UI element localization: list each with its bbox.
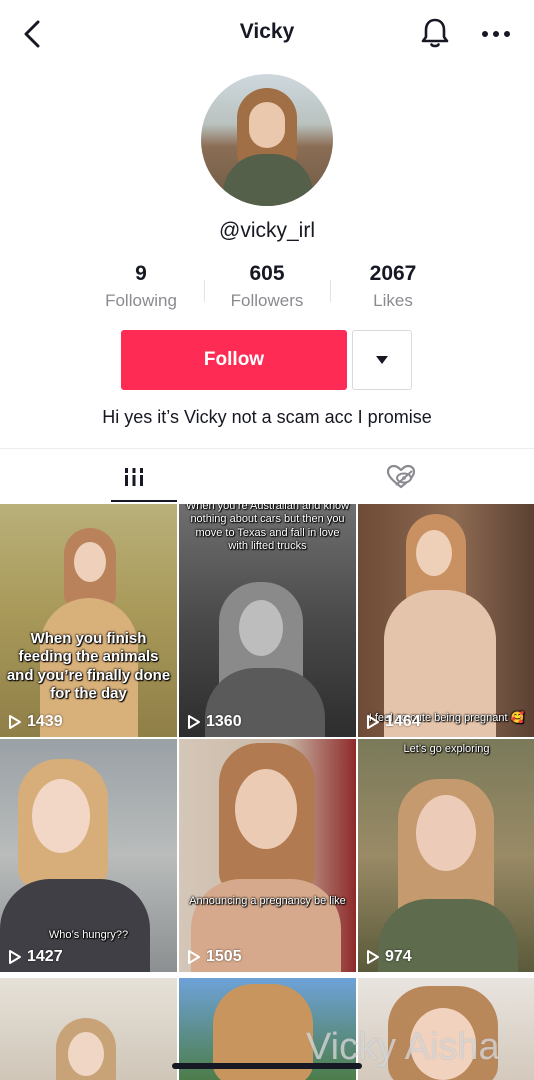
video-caption: When you finish feeding the animals and … <box>6 630 171 702</box>
video-grid: When you finish feeding the animals and … <box>0 504 534 1080</box>
view-count: 1505 <box>187 948 242 966</box>
view-count: 1427 <box>8 948 63 966</box>
video-thumbnail[interactable]: I feel so cute being pregnant 🥰 1464 <box>358 504 534 737</box>
video-caption: When you’re Australian and know nothing … <box>185 504 350 553</box>
stat-likes-label: Likes <box>373 291 413 310</box>
profile-bio: Hi yes it’s Vicky not a scam acc I promi… <box>102 407 432 427</box>
grid-bars-icon <box>124 467 143 486</box>
active-tab-indicator <box>111 500 177 502</box>
stat-likes[interactable]: 2067 Likes <box>330 262 456 311</box>
avatar[interactable] <box>201 74 333 206</box>
top-nav: Vicky <box>0 0 534 68</box>
video-thumbnail[interactable] <box>0 978 177 1080</box>
stat-followers-label: Followers <box>230 291 304 310</box>
stat-following-value: 9 <box>135 262 147 285</box>
stat-following-label: Following <box>105 291 177 310</box>
notifications-button[interactable] <box>418 16 452 50</box>
video-thumbnail[interactable]: Announcing a pregnancy be like 1505 <box>179 739 356 972</box>
video-caption: Announcing a pregnancy be like <box>189 895 346 907</box>
play-icon <box>9 950 21 964</box>
play-icon <box>188 950 200 964</box>
more-options-button[interactable] <box>480 20 512 48</box>
view-count-value: 1464 <box>385 713 421 730</box>
profile-handle: @vicky_irl <box>219 219 315 242</box>
stat-following[interactable]: 9 Following <box>78 262 204 311</box>
view-count: 1464 <box>366 713 421 731</box>
stat-followers-value: 605 <box>249 262 285 285</box>
view-count-value: 1505 <box>206 948 242 965</box>
profile-stats: 9 Following 605 Followers 2067 Likes <box>78 262 456 318</box>
play-icon <box>367 715 379 729</box>
more-dots-icon <box>482 31 510 37</box>
profile-tabs <box>0 448 534 504</box>
tab-liked[interactable] <box>267 449 534 504</box>
view-count: 1439 <box>8 713 63 731</box>
avatar-face <box>249 102 285 148</box>
follow-button[interactable]: Follow <box>121 330 347 390</box>
view-count-value: 1439 <box>27 713 63 730</box>
stat-followers[interactable]: 605 Followers <box>204 262 330 311</box>
suggested-accounts-toggle[interactable] <box>352 330 412 390</box>
bell-icon <box>421 18 449 48</box>
video-caption: Let’s go exploring <box>403 743 490 755</box>
view-count-value: 974 <box>385 948 412 965</box>
view-count: 1360 <box>187 713 242 731</box>
stat-likes-value: 2067 <box>369 262 417 285</box>
play-icon <box>367 950 379 964</box>
view-count-value: 1360 <box>206 713 242 730</box>
tab-videos[interactable] <box>0 449 267 504</box>
home-indicator[interactable] <box>172 1063 362 1069</box>
video-caption: Who’s hungry?? <box>48 929 129 941</box>
video-thumbnail[interactable]: When you’re Australian and know nothing … <box>179 504 356 737</box>
video-thumbnail[interactable]: Let’s go exploring 974 <box>358 739 534 972</box>
page-title: Vicky <box>239 20 295 43</box>
view-count: 974 <box>366 948 412 966</box>
play-icon <box>188 715 200 729</box>
view-count-value: 1427 <box>27 948 63 965</box>
caret-down-icon <box>376 356 388 364</box>
avatar-body <box>223 154 313 206</box>
heart-hidden-icon <box>386 464 415 488</box>
video-thumbnail[interactable]: Who’s hungry?? 1427 <box>0 739 177 972</box>
video-thumbnail[interactable]: When you finish feeding the animals and … <box>0 504 177 737</box>
play-icon <box>9 715 21 729</box>
